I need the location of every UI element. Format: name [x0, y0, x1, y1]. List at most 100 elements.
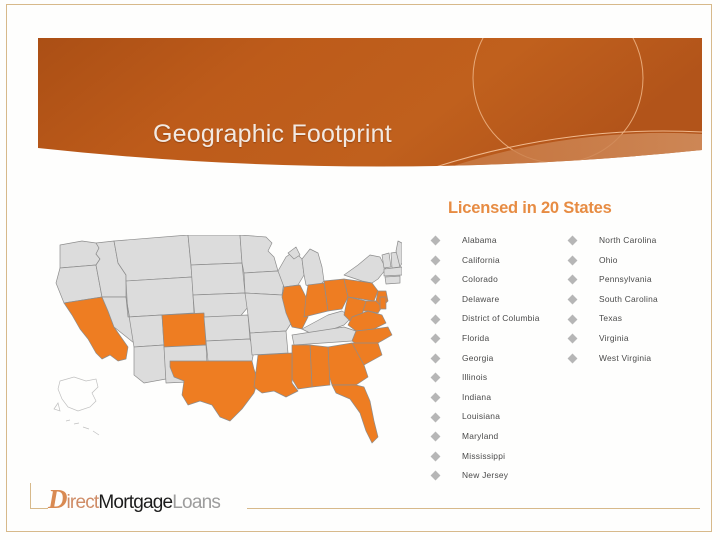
state-name-label: Illinois [462, 372, 488, 383]
diamond-bullet-icon [567, 235, 578, 246]
states-column-1: Alabama California Colorado Delaware Distric… [430, 231, 570, 486]
state-ND [187, 235, 243, 266]
state-list-item: District of Columbia [430, 309, 570, 329]
diamond-bullet-icon [430, 412, 441, 423]
diamond-bullet-icon [430, 353, 441, 364]
diamond-bullet-icon [567, 255, 578, 266]
state-KS [203, 314, 251, 342]
states-column-2: North Carolina Ohio Pennsylvania South Caro… [567, 231, 697, 368]
diamond-bullet-icon [567, 294, 578, 305]
diamond-bullet-icon [430, 373, 441, 383]
state-list-item: North Carolina [567, 231, 697, 251]
state-list-item: Texas [567, 309, 697, 329]
state-WA [59, 240, 101, 269]
us-map [52, 235, 402, 467]
state-OH [323, 278, 349, 312]
state-TX [169, 360, 259, 422]
diamond-bullet-icon [430, 275, 441, 285]
state-name-label: North Carolina [599, 235, 657, 245]
state-FL [331, 384, 379, 444]
state-list-item: West Virginia [567, 349, 697, 369]
state-list-item: Ohio [567, 251, 697, 271]
state-list-item: California [430, 251, 570, 271]
state-CO [161, 312, 207, 348]
state-MA [383, 266, 402, 277]
state-WY [125, 276, 195, 318]
state-name-label: Pennsylvania [599, 274, 652, 285]
slide: Geographic Footprint Licensed in 20 Stat… [0, 0, 720, 540]
inset-alaska-outline [53, 376, 99, 412]
state-list-item: Pennsylvania [567, 270, 697, 290]
state-name-label: Mississippi [462, 450, 506, 461]
state-name-label: Virginia [599, 332, 629, 343]
footer-rule-left-segment [30, 508, 48, 509]
state-DE [379, 296, 387, 310]
state-name-label: Ohio [599, 254, 618, 265]
state-list-item: Delaware [430, 290, 570, 310]
logo-letter-d: D [48, 484, 67, 514]
state-IA [243, 270, 285, 296]
diamond-bullet-icon [567, 353, 578, 364]
state-list-item: New Jersey [430, 466, 570, 486]
state-AR [249, 330, 289, 356]
state-LA [253, 352, 299, 398]
state-AL [309, 344, 331, 388]
footer-rule-vertical-tick [30, 483, 31, 509]
state-list-item: South Carolina [567, 290, 697, 310]
company-logo: DirectMortgageLoans [48, 484, 221, 514]
state-list-item: Florida [430, 329, 570, 349]
state-list-item: Illinois [430, 368, 570, 388]
state-CT-RI [384, 275, 401, 285]
diamond-bullet-icon [430, 235, 441, 246]
state-VT [381, 252, 392, 269]
diamond-bullet-icon [430, 470, 441, 481]
state-MN [239, 235, 279, 274]
map-inset-alaska-hawaii [53, 376, 100, 436]
state-list-item: Alabama [430, 231, 570, 251]
header-banner-shape [38, 38, 702, 167]
state-list-item: Maryland [430, 427, 570, 447]
state-name-label: Florida [462, 332, 490, 343]
logo-text-mortgage: Mortgage [98, 492, 173, 513]
state-name-label: Texas [599, 313, 623, 324]
state-name-label: Delaware [462, 293, 500, 304]
state-name-label: Alabama [462, 235, 497, 245]
header-banner: Geographic Footprint [38, 38, 702, 178]
diamond-bullet-icon [567, 314, 578, 325]
state-name-label: Louisiana [462, 411, 501, 422]
state-list-item: Louisiana [430, 407, 570, 427]
state-list-item: Georgia [430, 349, 570, 369]
licensed-states-heading: Licensed in 20 States [448, 199, 612, 217]
state-MS [291, 344, 313, 390]
state-name-label: South Carolina [599, 293, 658, 304]
logo-text-loans: Loans [172, 492, 221, 513]
state-OK [205, 338, 255, 362]
state-SD [190, 262, 246, 296]
diamond-bullet-icon [430, 294, 441, 305]
diamond-bullet-icon [430, 392, 441, 403]
logo-text-irect: irect [66, 492, 100, 513]
state-list-item: Virginia [567, 329, 697, 349]
state-name-label: Indiana [462, 391, 492, 402]
state-name-label: West Virginia [599, 352, 652, 363]
state-name-label: New Jersey [462, 470, 509, 481]
diamond-bullet-icon [567, 275, 578, 285]
diamond-bullet-icon [430, 451, 441, 462]
state-AZ [133, 344, 167, 384]
state-name-label: Georgia [462, 352, 494, 363]
footer-rule-right-segment [247, 508, 700, 509]
page-title: Geographic Footprint [153, 120, 392, 148]
diamond-bullet-icon [430, 314, 441, 325]
state-NY [343, 254, 387, 284]
state-name-label: District of Columbia [462, 313, 540, 324]
state-name-label: Colorado [462, 274, 498, 285]
diamond-bullet-icon [430, 255, 441, 266]
state-list-item: Mississippi [430, 447, 570, 467]
state-MT [113, 235, 193, 282]
diamond-bullet-icon [430, 333, 441, 344]
state-list-item: Indiana [430, 388, 570, 408]
state-name-label: Maryland [462, 430, 499, 441]
diamond-bullet-icon [430, 431, 441, 442]
inset-hawaii-outline [65, 419, 100, 436]
diamond-bullet-icon [567, 333, 578, 344]
